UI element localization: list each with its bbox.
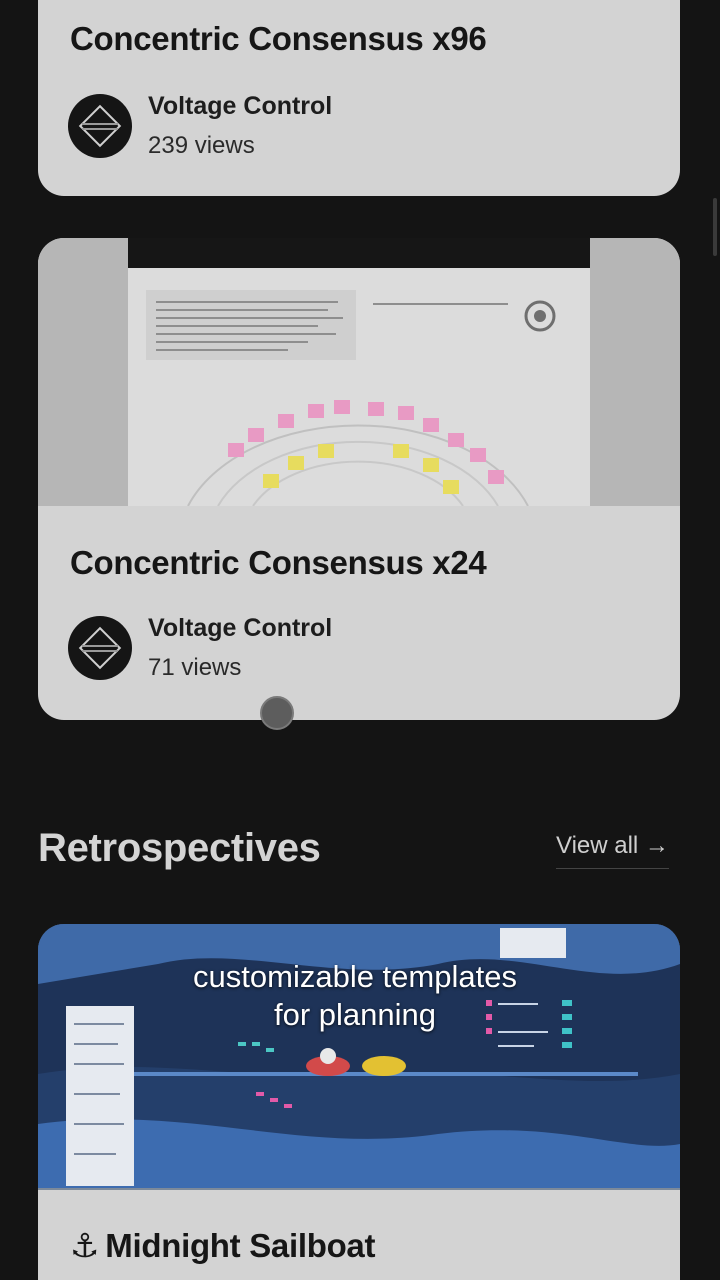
card-title: Concentric Consensus x96 <box>70 20 487 57</box>
video-caption: customizable templates for planning <box>110 958 600 1034</box>
view-count: 239 views <box>148 132 255 159</box>
card-author[interactable]: Voltage Control 239 views <box>68 92 568 160</box>
caption-line-1: customizable templates <box>193 959 517 994</box>
voltage-control-logo-icon <box>68 94 132 158</box>
template-card-x96[interactable]: Concentric Consensus x96 Voltage Control… <box>38 0 680 196</box>
template-card-x24[interactable]: Concentric Consensus x24 Voltage Control… <box>38 238 680 720</box>
template-thumbnail <box>38 238 680 506</box>
author-name: Voltage Control <box>148 614 333 642</box>
card-title-text: Midnight Sailboat <box>105 1227 376 1264</box>
scrollbar[interactable] <box>713 198 717 256</box>
caption-line-2: for planning <box>273 997 436 1032</box>
author-name: Voltage Control <box>148 92 333 120</box>
card-title: ⚓ Midnight Sailboat <box>70 1226 375 1265</box>
view-all-link[interactable]: View all → <box>556 832 669 869</box>
card-author[interactable]: Voltage Control 71 views <box>68 614 568 682</box>
touch-indicator <box>260 696 294 730</box>
anchor-icon: ⚓ <box>70 1227 100 1264</box>
voltage-control-logo-icon <box>68 616 132 680</box>
section-title: Retrospectives <box>38 826 321 870</box>
view-count: 71 views <box>148 654 242 681</box>
card-title: Concentric Consensus x24 <box>70 544 487 581</box>
